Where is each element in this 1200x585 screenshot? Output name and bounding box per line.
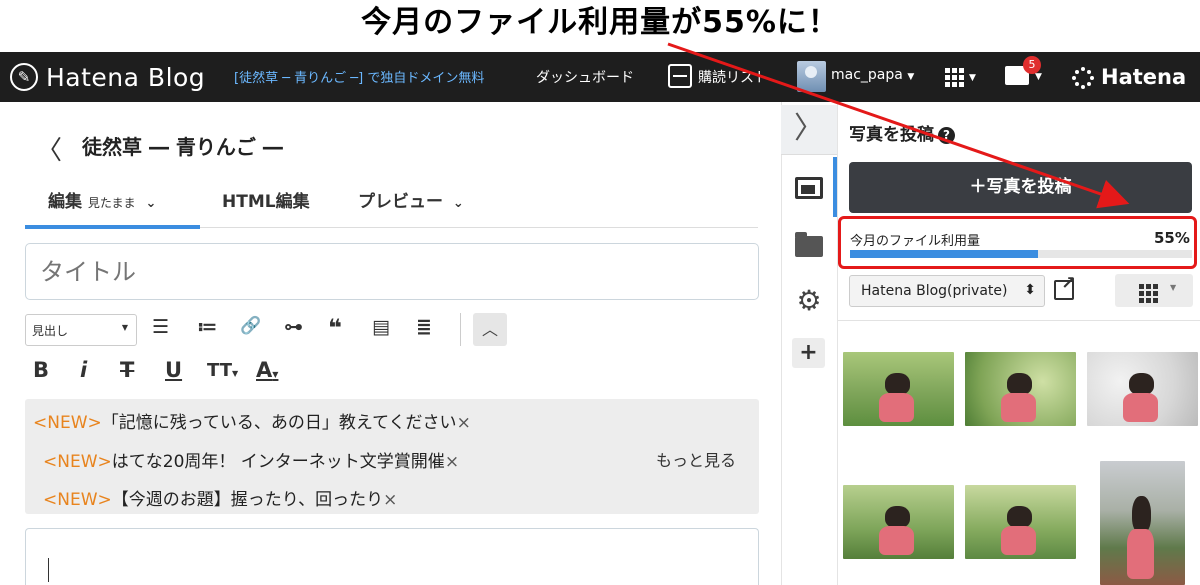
annotation-arrow [667,42,1130,209]
